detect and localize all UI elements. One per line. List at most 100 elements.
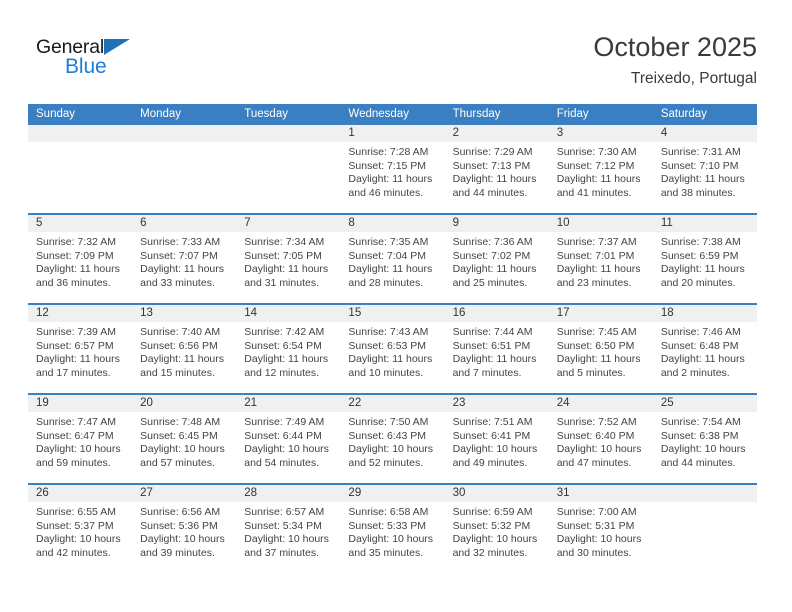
- weekday-header-sunday: Sunday: [36, 108, 76, 120]
- daylight-text-cont: and 30 minutes.: [556, 546, 632, 559]
- calendar-day-cell[interactable]: 29 Sunrise: 6:58 AM Sunset: 5:33 PM Dayligh…: [340, 485, 445, 573]
- daylight-text-cont: and 47 minutes.: [556, 456, 632, 469]
- sunset-text: Sunset: 7:15 PM: [348, 159, 427, 172]
- calendar-day-cell[interactable]: 2 Sunrise: 7:29 AM Sunset: 7:13 PM Daylight…: [444, 125, 549, 213]
- calendar-day-cell[interactable]: 16 Sunrise: 7:44 AM Sunset: 6:51 PM Dayligh…: [444, 305, 549, 393]
- day-detail-lines: Sunrise: 6:56 AM Sunset: 5:36 PM Daylight:…: [132, 502, 236, 560]
- day-number: 1: [340, 125, 445, 142]
- sunrise-text: Sunrise: 7:36 AM: [452, 236, 533, 248]
- calendar-day-cell[interactable]: 7 Sunrise: 7:34 AM Sunset: 7:05 PM Daylight…: [236, 215, 341, 303]
- calendar-day-cell[interactable]: 27 Sunrise: 6:56 AM Sunset: 5:36 PM Dayligh…: [132, 485, 237, 573]
- sunrise-text: Sunrise: 6:58 AM: [348, 506, 429, 518]
- daylight-text-cont: and 10 minutes.: [348, 366, 424, 379]
- day-detail-lines: Sunrise: 6:58 AM Sunset: 5:33 PM Daylight:…: [340, 502, 444, 560]
- sunrise-text: Sunrise: 6:59 AM: [452, 506, 533, 518]
- calendar-day-cell[interactable]: 15 Sunrise: 7:43 AM Sunset: 6:53 PM Dayligh…: [340, 305, 445, 393]
- calendar-day-cell[interactable]: 23 Sunrise: 7:51 AM Sunset: 6:41 PM Dayligh…: [444, 395, 549, 483]
- calendar-day-cell[interactable]: 31 Sunrise: 7:00 AM Sunset: 5:31 PM Dayligh…: [548, 485, 653, 573]
- daylight-text-cont: and 35 minutes.: [348, 546, 424, 559]
- sunrise-text: Sunrise: 7:37 AM: [556, 236, 637, 248]
- general-blue-logo: General Blue: [36, 36, 166, 82]
- daylight-text-cont: and 59 minutes.: [36, 456, 111, 469]
- calendar-day-cell[interactable]: 24 Sunrise: 7:52 AM Sunset: 6:40 PM Dayligh…: [548, 395, 653, 483]
- daylight-text-cont: and 36 minutes.: [36, 276, 111, 289]
- calendar-day-cell[interactable]: 6 Sunrise: 7:33 AM Sunset: 7:07 PM Daylight…: [132, 215, 237, 303]
- sunrise-text: Sunrise: 7:34 AM: [244, 236, 325, 248]
- page-header: General Blue October 2025 Treixedo, Port…: [0, 0, 792, 100]
- calendar-page: General Blue October 2025 Treixedo, Port…: [0, 0, 792, 612]
- sunset-text: Sunset: 6:44 PM: [244, 429, 322, 442]
- calendar-day-cell-empty: [132, 125, 237, 213]
- calendar-day-cell[interactable]: 9 Sunrise: 7:36 AM Sunset: 7:02 PM Daylight…: [444, 215, 549, 303]
- daylight-text: Daylight: 10 hours: [244, 533, 329, 545]
- daylight-text-cont: and 31 minutes.: [244, 276, 319, 289]
- title-block: October 2025 Treixedo, Portugal: [593, 30, 757, 90]
- calendar-day-cell[interactable]: 17 Sunrise: 7:45 AM Sunset: 6:50 PM Dayligh…: [548, 305, 653, 393]
- day-number: 4: [652, 125, 757, 142]
- daylight-text-cont: and 38 minutes.: [660, 186, 736, 199]
- calendar-day-cell[interactable]: 13 Sunrise: 7:40 AM Sunset: 6:56 PM Dayligh…: [132, 305, 237, 393]
- calendar-day-cell[interactable]: 14 Sunrise: 7:42 AM Sunset: 6:54 PM Dayligh…: [236, 305, 341, 393]
- calendar-day-cell[interactable]: 28 Sunrise: 6:57 AM Sunset: 5:34 PM Dayligh…: [236, 485, 341, 573]
- day-detail-lines: Sunrise: 7:44 AM Sunset: 6:51 PM Daylight:…: [445, 322, 549, 380]
- day-number: [652, 485, 757, 502]
- daylight-text-cont: and 49 minutes.: [452, 456, 528, 469]
- calendar-day-cell[interactable]: 22 Sunrise: 7:50 AM Sunset: 6:43 PM Dayligh…: [340, 395, 445, 483]
- weekday-header-wednesday: Wednesday: [348, 108, 409, 120]
- calendar-day-cell-empty: [28, 125, 133, 213]
- calendar-day-cell[interactable]: 3 Sunrise: 7:30 AM Sunset: 7:12 PM Daylight…: [548, 125, 653, 213]
- day-number: 27: [132, 485, 237, 502]
- daylight-text-cont: and 12 minutes.: [244, 366, 319, 379]
- daylight-text: Daylight: 10 hours: [244, 443, 329, 455]
- calendar-body: 1 Sunrise: 7:28 AM Sunset: 7:15 PM Daylight…: [28, 125, 757, 573]
- daylight-text: Daylight: 10 hours: [556, 533, 642, 545]
- weekday-header-thursday: Thursday: [452, 108, 501, 120]
- calendar-day-cell[interactable]: 1 Sunrise: 7:28 AM Sunset: 7:15 PM Daylight…: [340, 125, 445, 213]
- weekday-header-monday: Monday: [140, 108, 182, 120]
- calendar-day-cell[interactable]: 20 Sunrise: 7:48 AM Sunset: 6:45 PM Dayligh…: [132, 395, 237, 483]
- calendar-day-cell[interactable]: 30 Sunrise: 6:59 AM Sunset: 5:32 PM Dayligh…: [444, 485, 549, 573]
- day-number: 5: [28, 215, 133, 232]
- daylight-text: Daylight: 11 hours: [140, 263, 224, 275]
- day-detail-lines: Sunrise: 7:29 AM Sunset: 7:13 PM Daylight:…: [445, 142, 549, 200]
- weekday-header-tuesday: Tuesday: [244, 108, 288, 120]
- daylight-text-cont: and 54 minutes.: [244, 456, 319, 469]
- sunset-text: Sunset: 7:01 PM: [556, 249, 635, 262]
- sunset-text: Sunset: 5:36 PM: [140, 519, 218, 532]
- sunset-text: Sunset: 5:31 PM: [556, 519, 635, 532]
- sunset-text: Sunset: 7:02 PM: [452, 249, 531, 262]
- calendar-week-row: 1 Sunrise: 7:28 AM Sunset: 7:15 PM Daylight…: [28, 125, 757, 213]
- day-detail-lines: Sunrise: 7:28 AM Sunset: 7:15 PM Daylight:…: [340, 142, 444, 200]
- calendar-day-cell[interactable]: 18 Sunrise: 7:46 AM Sunset: 6:48 PM Dayligh…: [652, 305, 757, 393]
- calendar-day-cell[interactable]: 26 Sunrise: 6:55 AM Sunset: 5:37 PM Dayligh…: [28, 485, 133, 573]
- calendar-day-cell-empty: [236, 125, 341, 213]
- calendar-day-cell[interactable]: 10 Sunrise: 7:37 AM Sunset: 7:01 PM Dayligh…: [548, 215, 653, 303]
- calendar-day-cell[interactable]: 19 Sunrise: 7:47 AM Sunset: 6:47 PM Dayligh…: [28, 395, 133, 483]
- daylight-text-cont: and 23 minutes.: [556, 276, 632, 289]
- day-number: 8: [340, 215, 445, 232]
- sunset-text: Sunset: 6:53 PM: [348, 339, 427, 352]
- calendar-day-cell[interactable]: 12 Sunrise: 7:39 AM Sunset: 6:57 PM Dayligh…: [28, 305, 133, 393]
- page-title: October 2025: [593, 32, 757, 62]
- daylight-text-cont: and 32 minutes.: [452, 546, 528, 559]
- calendar-day-cell[interactable]: 4 Sunrise: 7:31 AM Sunset: 7:10 PM Daylight…: [652, 125, 757, 213]
- day-number: 9: [444, 215, 549, 232]
- calendar-day-cell[interactable]: 25 Sunrise: 7:54 AM Sunset: 6:38 PM Dayligh…: [652, 395, 757, 483]
- calendar-day-cell[interactable]: 21 Sunrise: 7:49 AM Sunset: 6:44 PM Dayligh…: [236, 395, 341, 483]
- day-detail-lines: [653, 502, 757, 506]
- calendar-day-cell[interactable]: 11 Sunrise: 7:38 AM Sunset: 6:59 PM Dayligh…: [652, 215, 757, 303]
- day-detail-lines: Sunrise: 7:51 AM Sunset: 6:41 PM Daylight:…: [445, 412, 549, 470]
- day-detail-lines: [236, 142, 340, 146]
- sunset-text: Sunset: 6:41 PM: [452, 429, 531, 442]
- sunset-text: Sunset: 6:45 PM: [140, 429, 218, 442]
- calendar-day-cell[interactable]: 8 Sunrise: 7:35 AM Sunset: 7:04 PM Daylight…: [340, 215, 445, 303]
- sunrise-text: Sunrise: 7:45 AM: [556, 326, 637, 338]
- calendar-table: Sunday Monday Tuesday Wednesday Thursday Frid…: [28, 104, 757, 573]
- day-number: 13: [132, 305, 237, 322]
- sunrise-text: Sunrise: 7:42 AM: [244, 326, 325, 338]
- sunset-text: Sunset: 6:54 PM: [244, 339, 322, 352]
- sunrise-text: Sunrise: 7:49 AM: [244, 416, 325, 428]
- daylight-text: Daylight: 11 hours: [452, 263, 537, 275]
- calendar-day-cell[interactable]: 5 Sunrise: 7:32 AM Sunset: 7:09 PM Daylight…: [28, 215, 133, 303]
- daylight-text-cont: and 17 minutes.: [36, 366, 111, 379]
